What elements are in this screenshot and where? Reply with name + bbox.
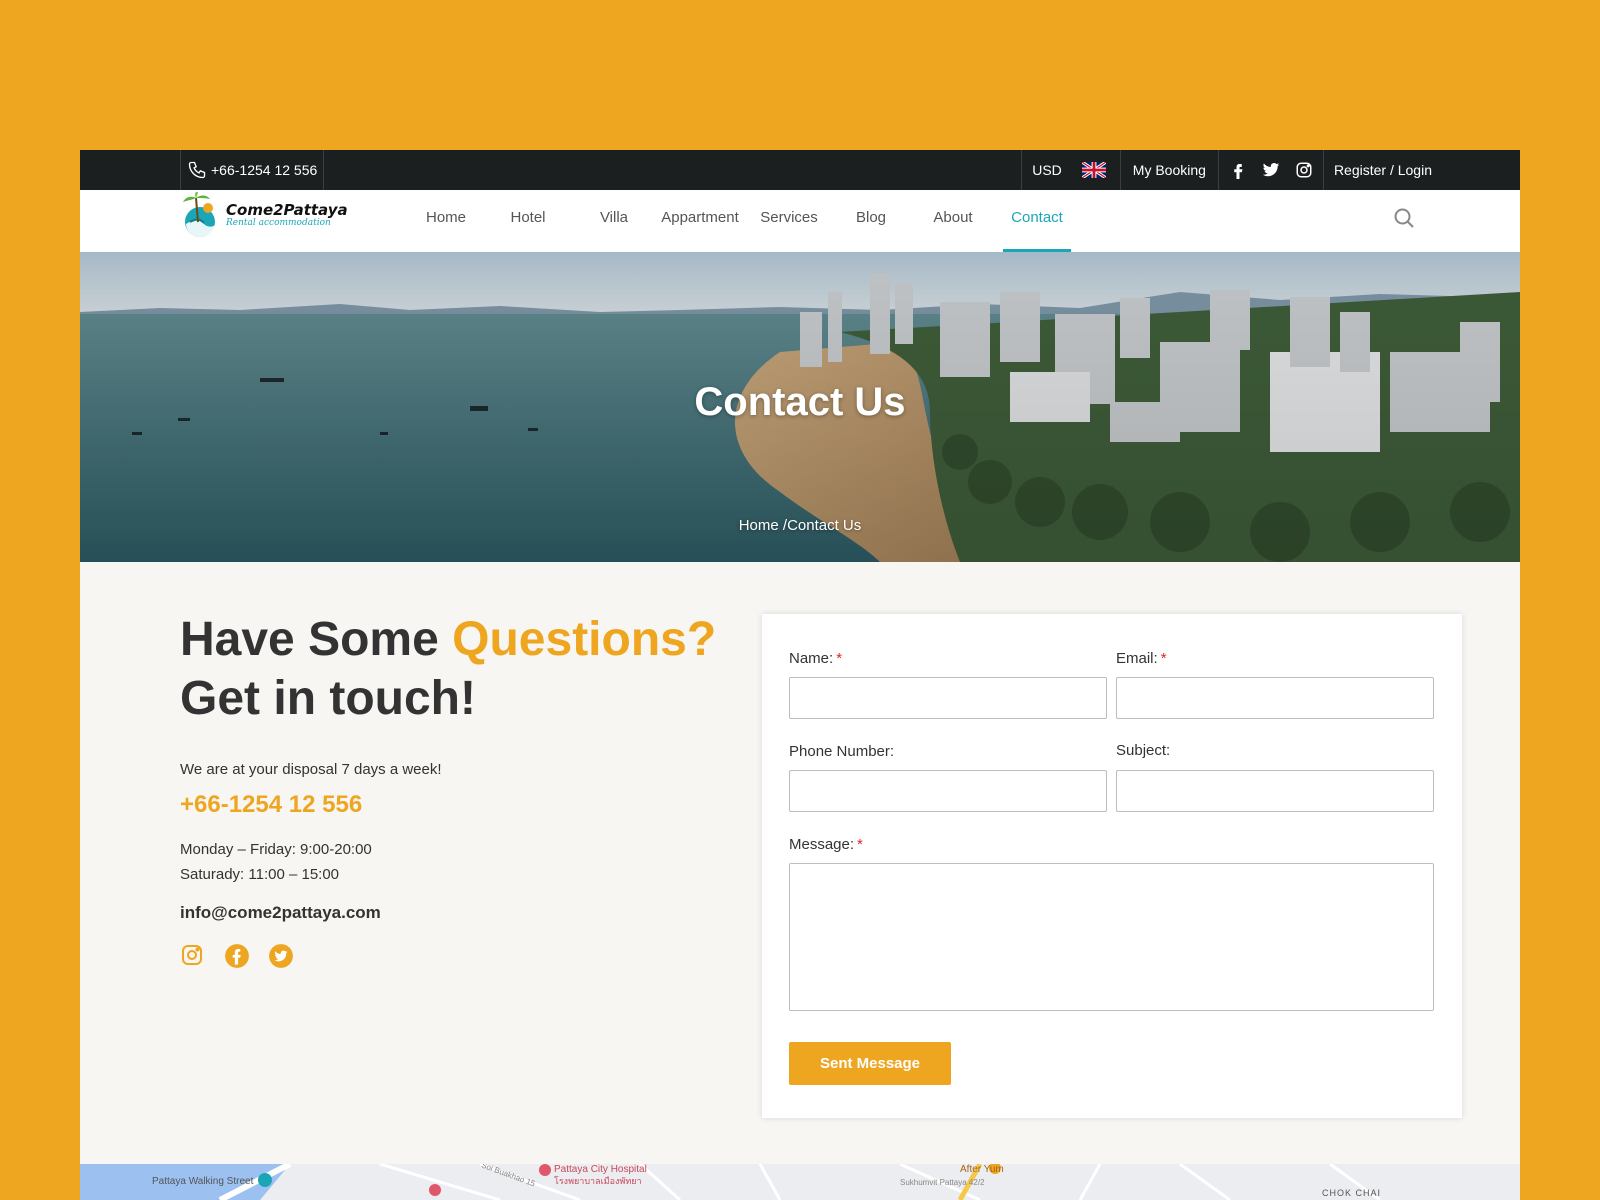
nav-item-about[interactable]: About [927, 190, 979, 252]
nav-links: Home Hotel Villa Appartment Services Blo… [420, 190, 1071, 252]
nav-item-appartment[interactable]: Appartment [657, 190, 743, 252]
breadcrumb[interactable]: Home /Contact Us [80, 517, 1520, 534]
contact-form: Name: * Email: * Phone Number: Subject: Me… [762, 614, 1462, 1118]
page-frame: +66-1254 12 556 USD My Booking Register … [80, 150, 1520, 1200]
name-field[interactable] [789, 677, 1107, 719]
currency-label: USD [1032, 162, 1062, 178]
hours-weekdays: Monday – Friday: 9:00-20:00 [180, 841, 372, 858]
logo-brand-name: Come2Pattaya [226, 201, 348, 219]
top-bar: +66-1254 12 556 USD My Booking Register … [80, 150, 1520, 190]
currency-selector[interactable]: USD [1021, 150, 1072, 190]
my-booking-link[interactable]: My Booking [1119, 150, 1218, 190]
subject-label: Subject: [1116, 742, 1171, 759]
send-message-button[interactable]: Sent Message [789, 1042, 951, 1085]
contact-heading: Have Some Questions? Get in touch! [180, 610, 720, 728]
hours-saturday: Saturady: 11:00 – 15:00 [180, 866, 340, 883]
topbar-phone-number: +66-1254 12 556 [211, 162, 318, 178]
name-label: Name: * [789, 650, 843, 667]
map-roads [80, 1164, 1381, 1200]
required-mark: * [857, 836, 863, 853]
map-label-hospital-thai: โรงพยาบาลเมืองพัทยา [554, 1176, 642, 1186]
email-field-group: Email: * [1116, 650, 1434, 719]
disposal-text: We are at your disposal 7 days a week! [180, 761, 442, 778]
hero-banner: Contact Us Home /Contact Us [80, 252, 1520, 562]
nav-item-hotel[interactable]: Hotel [502, 190, 554, 252]
subject-field-group: Subject: [1116, 742, 1434, 812]
location-map[interactable]: Pattaya Walking Street Pattaya City Hosp… [80, 1164, 1520, 1200]
phone-icon [188, 161, 206, 179]
topbar-right: USD My Booking Register / Login [1021, 150, 1432, 190]
map-label-after-yum: After Yum [960, 1164, 1004, 1175]
instagram-icon[interactable] [1295, 161, 1313, 179]
twitter-icon[interactable] [1261, 161, 1281, 179]
heading-accent: Questions? [452, 613, 717, 666]
nav-item-home[interactable]: Home [420, 190, 472, 252]
uk-flag-icon [1081, 162, 1106, 178]
logo-wave-palm-icon [183, 192, 216, 237]
message-label: Message: * [789, 836, 863, 853]
facebook-icon[interactable] [224, 943, 249, 968]
nav-item-blog[interactable]: Blog [849, 190, 893, 252]
heading-line2: Get in touch! [180, 672, 476, 725]
register-login-label: Register / Login [1333, 162, 1432, 178]
topbar-phone[interactable]: +66-1254 12 556 [180, 150, 325, 190]
search-icon[interactable] [1392, 206, 1416, 230]
email-field[interactable] [1116, 677, 1434, 719]
required-mark: * [836, 650, 843, 667]
contact-social [180, 943, 720, 968]
message-textarea[interactable] [789, 863, 1434, 1011]
logo-tagline: Rental accommodation [226, 218, 331, 228]
opening-hours: Monday – Friday: 9:00-20:00 Saturady: 11… [180, 837, 720, 887]
language-selector[interactable] [1072, 150, 1120, 190]
nav-item-services[interactable]: Services [757, 190, 821, 252]
map-label-chok-chai: CHOK CHAI [1322, 1188, 1382, 1198]
site-logo[interactable]: Come2Pattaya Rental accommodation [180, 190, 348, 240]
page-title: Contact Us [694, 380, 906, 424]
phone-label: Phone Number: [789, 743, 895, 760]
twitter-icon[interactable] [268, 943, 293, 968]
nav-item-villa[interactable]: Villa [591, 190, 637, 252]
contact-info: Have Some Questions? Get in touch! We ar… [180, 610, 720, 968]
phone-field-group: Phone Number: [789, 743, 1107, 812]
subject-field[interactable] [1116, 770, 1434, 812]
heading-part1: Have Some [180, 613, 453, 666]
facebook-icon[interactable] [1229, 161, 1247, 179]
phone-field[interactable] [789, 770, 1107, 812]
main-nav: Come2Pattaya Rental accommodation Home H… [80, 190, 1520, 252]
topbar-social [1217, 150, 1323, 190]
message-field-group: Message: * [789, 836, 1434, 1011]
map-label-walking-street: Pattaya Walking Street [152, 1176, 254, 1187]
nav-item-contact[interactable]: Contact [1003, 190, 1071, 252]
map-label-sukhumvit: Sukhumvit Pattaya 42/2 [900, 1178, 985, 1187]
email-label: Email: * [1116, 650, 1167, 667]
my-booking-label: My Booking [1132, 162, 1206, 178]
contact-phone[interactable]: +66-1254 12 556 [180, 791, 720, 819]
required-mark: * [1160, 650, 1167, 667]
contact-email[interactable]: info@come2pattaya.com [180, 903, 720, 923]
register-login-link[interactable]: Register / Login [1322, 150, 1432, 190]
name-field-group: Name: * [789, 650, 1107, 719]
instagram-icon[interactable] [180, 943, 204, 967]
